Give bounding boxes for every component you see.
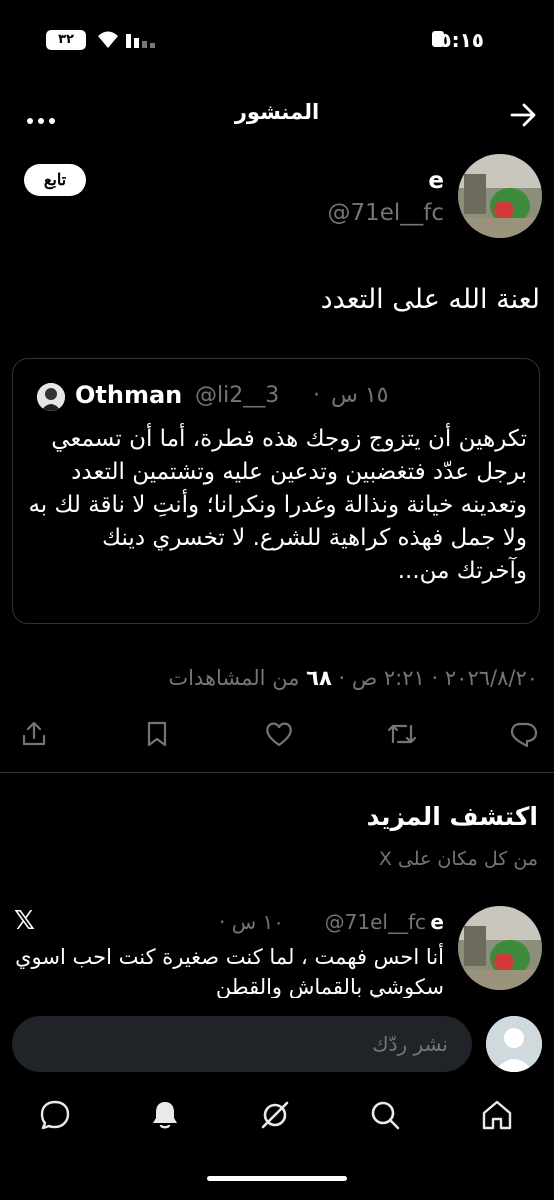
post2-avatar[interactable]	[458, 906, 542, 990]
signal-icon	[126, 28, 158, 54]
quoted-time: ١٥ س	[331, 383, 389, 408]
messages-icon[interactable]	[38, 1098, 72, 1136]
action-bar	[0, 716, 554, 756]
notifications-icon[interactable]	[148, 1098, 182, 1136]
reply-bar	[0, 1004, 554, 1082]
repost-icon[interactable]	[386, 720, 418, 752]
author-avatar[interactable]	[458, 154, 542, 238]
user-avatar[interactable]	[486, 1016, 542, 1072]
quoted-name: Othman	[75, 381, 183, 409]
meta-separator: ·	[338, 666, 346, 690]
home-indicator	[207, 1176, 347, 1181]
discover-subtitle: من كل مكان على X	[378, 848, 538, 870]
post-time: ٢:٢١ ص	[351, 666, 425, 690]
post-meta: ٢٠٢٦/٨/٢٠ · ٢:٢١ ص · ٦٨ من المشاهدات	[168, 666, 538, 690]
post2-dot: ·	[219, 910, 226, 934]
divider	[0, 772, 554, 773]
like-icon[interactable]	[264, 720, 294, 752]
status-time: ٥:١٥	[439, 28, 484, 52]
meta-separator: ·	[431, 666, 439, 690]
quoted-dot: ·	[313, 383, 320, 408]
post2-time: ١٠ س ·	[219, 910, 284, 934]
post2-name[interactable]: e	[430, 910, 444, 934]
follow-button[interactable]: تابع	[24, 164, 86, 196]
reply-icon[interactable]	[508, 720, 538, 752]
author-handle[interactable]: @71el__fc	[327, 200, 444, 226]
quoted-text: تكرهين أن يتزوج زوجك هذه فطرة، أما أن تس…	[28, 426, 527, 584]
sim-icon	[432, 31, 444, 47]
grok-icon[interactable]	[258, 1098, 292, 1136]
bottom-nav	[0, 1088, 554, 1148]
top-bar: المنشور	[0, 86, 554, 142]
post-date: ٢٠٢٦/٨/٢٠	[444, 666, 538, 690]
quoted-post-header: Othman @li2__3 · ١٥ س	[13, 381, 539, 411]
battery-icon: ٣٢	[46, 30, 86, 50]
bookmark-icon[interactable]	[143, 720, 171, 752]
quoted-handle: @li2__3	[195, 383, 280, 408]
post-text: لعنة الله على التعدد	[320, 284, 540, 315]
post2-text: أنا احس فهمت ، لما كنت صغيرة كنت احب اسو…	[15, 945, 444, 998]
post2-time-value: ١٠ س	[231, 910, 284, 934]
reply-input[interactable]	[12, 1016, 472, 1072]
author-name[interactable]: e	[428, 168, 444, 194]
x-logo-icon: 𝕏	[14, 906, 35, 936]
views-count: ٦٨	[306, 666, 332, 690]
post2-handle[interactable]: @71el__fc	[325, 910, 426, 934]
page-title: المنشور	[234, 100, 320, 124]
wifi-icon	[96, 28, 120, 54]
views-label: من المشاهدات	[168, 666, 300, 690]
quoted-post[interactable]: Othman @li2__3 · ١٥ س تكرهين أن يتزوج زو…	[12, 358, 540, 624]
share-icon[interactable]	[20, 720, 48, 752]
discover-title: اكتشف المزيد	[366, 802, 538, 831]
quoted-avatar[interactable]	[37, 383, 65, 411]
status-bar: ٥:١٥ ٣٢	[0, 24, 554, 60]
back-arrow-icon[interactable]	[510, 102, 538, 132]
search-icon[interactable]	[368, 1098, 402, 1136]
home-icon[interactable]	[480, 1098, 514, 1136]
